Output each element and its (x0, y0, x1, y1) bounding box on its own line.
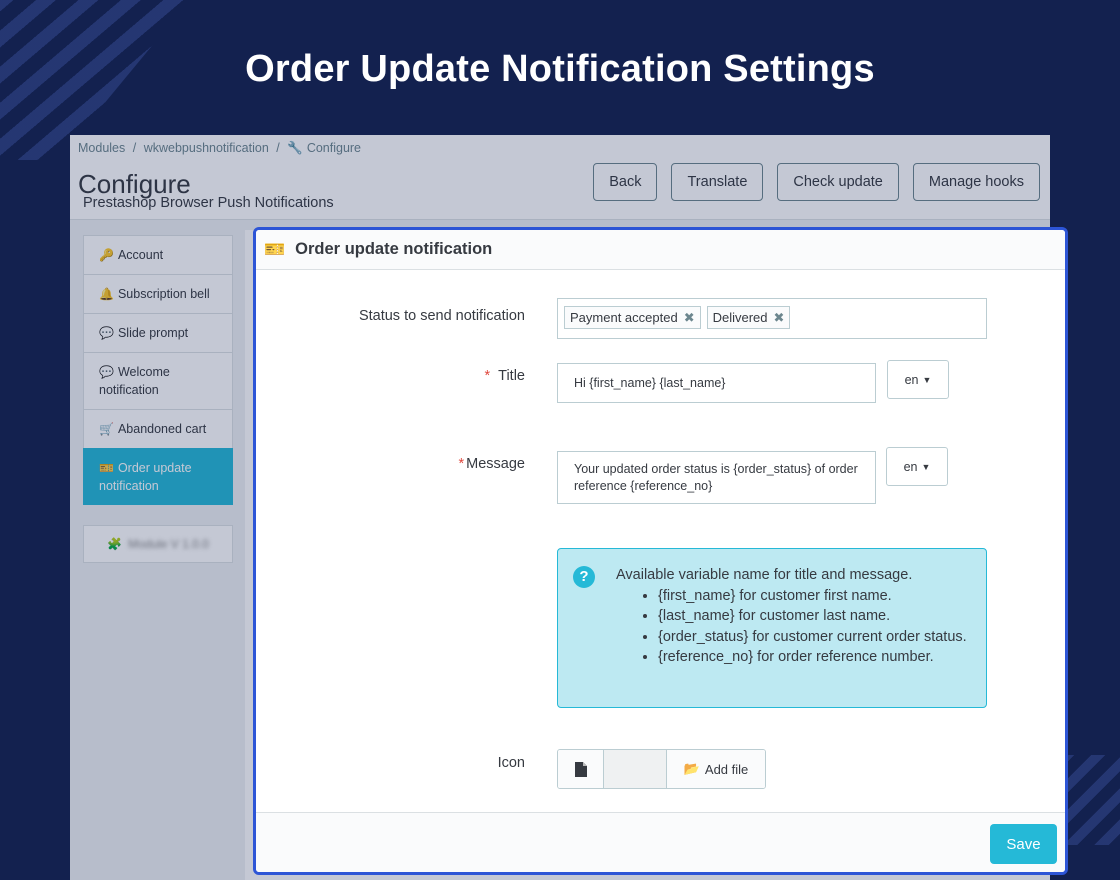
icon-label: Icon (497, 755, 525, 771)
message-label: * Message (459, 456, 526, 472)
tag-label: Delivered (712, 310, 768, 325)
message-textarea[interactable]: Your updated order status is {order_stat… (557, 451, 876, 504)
list-item: {first_name} for customer first name. (658, 586, 972, 607)
title-input[interactable]: Hi {first_name} {last_name} (557, 363, 876, 403)
caret-down-icon: ▼ (922, 374, 932, 385)
status-tag-input[interactable]: Payment accepted ✖ Delivered ✖ (557, 298, 987, 339)
required-marker: * (484, 368, 491, 384)
language-code: en (904, 372, 919, 387)
card-footer: Save (256, 812, 1065, 872)
folder-open-icon: 📂 (683, 761, 700, 776)
hero-title: Order Update Notification Settings (245, 48, 875, 90)
order-update-card: 🎫 Order update notification Status to se… (253, 227, 1068, 875)
decorative-stripes-bottom-right (1060, 755, 1120, 845)
title-label-text: Title (498, 368, 525, 384)
remove-tag-icon[interactable]: ✖ (774, 310, 785, 326)
help-intro: Available variable name for title and me… (616, 567, 913, 583)
required-marker: * (458, 456, 465, 472)
caret-down-icon: ▼ (921, 461, 931, 472)
list-item: {last_name} for customer last name. (658, 606, 972, 627)
message-label-text: Message (466, 456, 525, 472)
status-tag: Delivered ✖ (706, 306, 791, 329)
icon-file-upload: 📂 Add file (557, 749, 766, 789)
variables-help-box: ? Available variable name for title and … (557, 548, 987, 708)
remove-tag-icon[interactable]: ✖ (684, 310, 695, 326)
save-button[interactable]: Save (990, 824, 1057, 864)
card-title: Order update notification (295, 240, 493, 258)
tag-label: Payment accepted (570, 310, 678, 325)
add-file-label: Add file (704, 761, 749, 777)
file-name-field[interactable] (604, 750, 667, 788)
message-language-dropdown[interactable]: en ▼ (886, 447, 948, 486)
file-icon (558, 750, 604, 788)
help-variable-list: {first_name} for customer first name. {l… (658, 586, 972, 668)
card-header: 🎫 Order update notification (256, 230, 1065, 270)
language-code: en (903, 459, 918, 474)
list-item: {order_status} for customer current orde… (658, 627, 972, 648)
title-label: * Title (484, 368, 525, 384)
status-tag: Payment accepted ✖ (564, 306, 701, 329)
add-file-button[interactable]: 📂 Add file (667, 750, 765, 788)
list-item: {reference_no} for order reference numbe… (658, 647, 972, 668)
ticket-icon: 🎫 (264, 239, 286, 259)
title-language-dropdown[interactable]: en ▼ (887, 360, 949, 399)
status-label: Status to send notification (358, 308, 525, 324)
question-circle-icon: ? (573, 566, 595, 588)
